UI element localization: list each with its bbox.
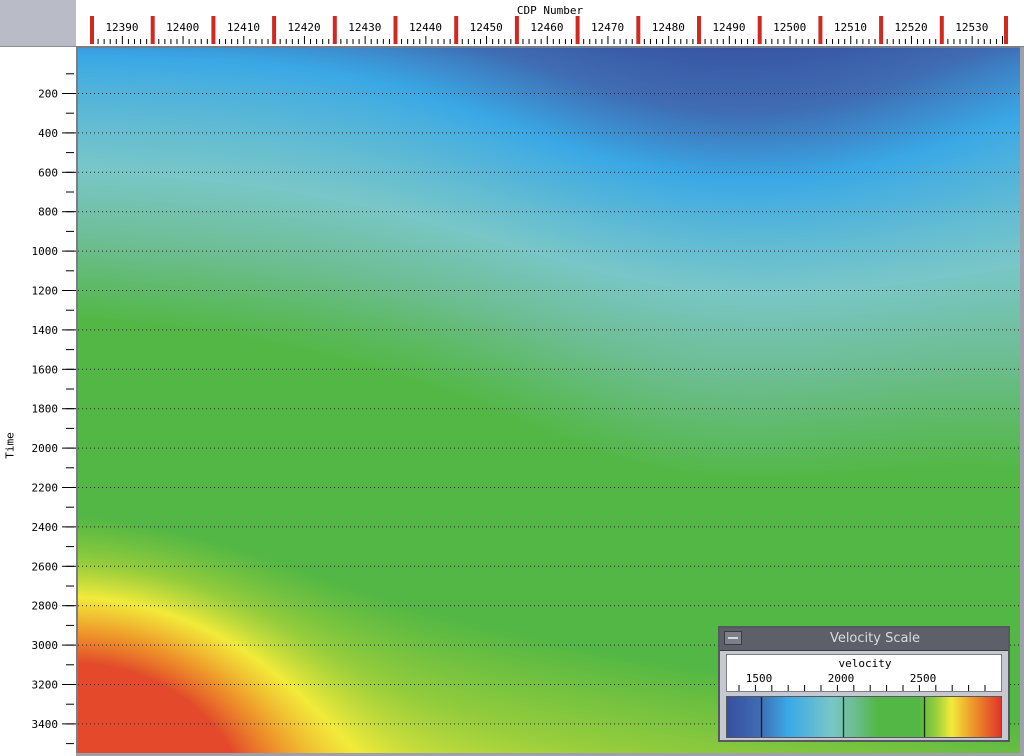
- cdp-tick-label: 12430: [348, 21, 381, 34]
- cdp-major-tick: [1004, 16, 1008, 44]
- cdp-axis: CDP Number 12390 12400 12410 12420 12430 1244…: [76, 0, 1024, 48]
- velocity-tick-label: 2000: [828, 672, 855, 685]
- cdp-major-tick: [454, 16, 459, 44]
- cdp-major-tick: [514, 16, 519, 44]
- cdp-tick-label: 12400: [166, 21, 199, 34]
- cdp-major-tick: [879, 16, 884, 44]
- right-border: [1020, 47, 1024, 756]
- time-tick-label: 600: [38, 166, 58, 179]
- time-tick-label: 3000: [32, 639, 59, 652]
- time-tick-label: 2800: [32, 600, 59, 613]
- cdp-tick-label: 12470: [591, 21, 624, 34]
- cdp-tick-label: 12460: [530, 21, 563, 34]
- velocity-tick-label: 1500: [746, 672, 773, 685]
- time-tick-label: 2400: [32, 521, 59, 534]
- cdp-tick-label: 12500: [773, 21, 806, 34]
- time-tick-label: 1800: [32, 403, 59, 416]
- cdp-tick-label: 12420: [288, 21, 321, 34]
- time-tick-label: 3200: [32, 679, 59, 692]
- time-axis: Time 200 400 600 800 1000 1200 1400 1600 1800 200…: [0, 47, 78, 756]
- cdp-major-tick: [575, 16, 580, 44]
- velocity-tick-label: 2500: [910, 672, 937, 685]
- time-axis-ticks: 200 400 600 800 1000 1200 1400 1600 1800 2000 2200…: [32, 73, 76, 745]
- cdp-major-tick: [818, 16, 823, 44]
- cdp-tick-label: 12440: [409, 21, 442, 34]
- cdp-axis-ticks: 12390 12400 12410 12420 12430 12440 12450 12460…: [90, 16, 1008, 44]
- velocity-colorbar-gradient: [727, 697, 1001, 737]
- cdp-major-tick: [150, 16, 155, 44]
- velocity-colorbar: [726, 696, 1002, 738]
- cdp-major-tick: [90, 16, 94, 44]
- cdp-tick-label: 12480: [652, 21, 685, 34]
- cdp-major-tick: [757, 16, 762, 44]
- velocity-label: velocity: [838, 657, 892, 670]
- time-tick-label: 400: [38, 127, 58, 140]
- cdp-tick-label: 12390: [105, 21, 138, 34]
- cdp-major-tick: [636, 16, 641, 44]
- time-tick-label: 2200: [32, 482, 59, 495]
- cdp-major-tick: [939, 16, 944, 44]
- cdp-major-tick: [393, 16, 398, 44]
- velocity-scale-title: Velocity Scale: [829, 631, 921, 646]
- time-tick-label: 1600: [32, 363, 59, 376]
- velocity-scale-ticks: 1500 2000 2500: [738, 672, 986, 691]
- cdp-tick-label: 12490: [712, 21, 745, 34]
- cdp-major-tick: [697, 16, 701, 44]
- window-menu-icon[interactable]: [724, 631, 742, 645]
- cdp-major-tick: [332, 16, 337, 44]
- axis-corner: [0, 0, 77, 47]
- velocity-scale-titlebar[interactable]: Velocity Scale: [720, 628, 1008, 651]
- cdp-tick-label: 12410: [227, 21, 260, 34]
- cdp-major-tick: [272, 16, 277, 44]
- cdp-tick-label: 12450: [470, 21, 503, 34]
- cdp-tick-label: 12530: [955, 21, 988, 34]
- cdp-tick-label: 12510: [834, 21, 867, 34]
- time-tick-label: 1200: [32, 285, 59, 298]
- velocity-scale-axis: velocity 1500 2000 2500: [726, 654, 1002, 692]
- time-tick-label: 3400: [32, 718, 59, 731]
- time-tick-label: 2600: [32, 560, 59, 573]
- cdp-tick-label: 12520: [895, 21, 928, 34]
- cdp-major-tick: [211, 16, 216, 44]
- time-tick-label: 1400: [32, 324, 59, 337]
- time-tick-label: 800: [38, 206, 58, 219]
- time-tick-label: 2000: [32, 442, 59, 455]
- time-tick-label: 1000: [32, 245, 59, 258]
- time-tick-label: 200: [38, 88, 58, 101]
- velocity-scale-window[interactable]: Velocity Scale velocity 1500 2000 2500: [718, 626, 1010, 742]
